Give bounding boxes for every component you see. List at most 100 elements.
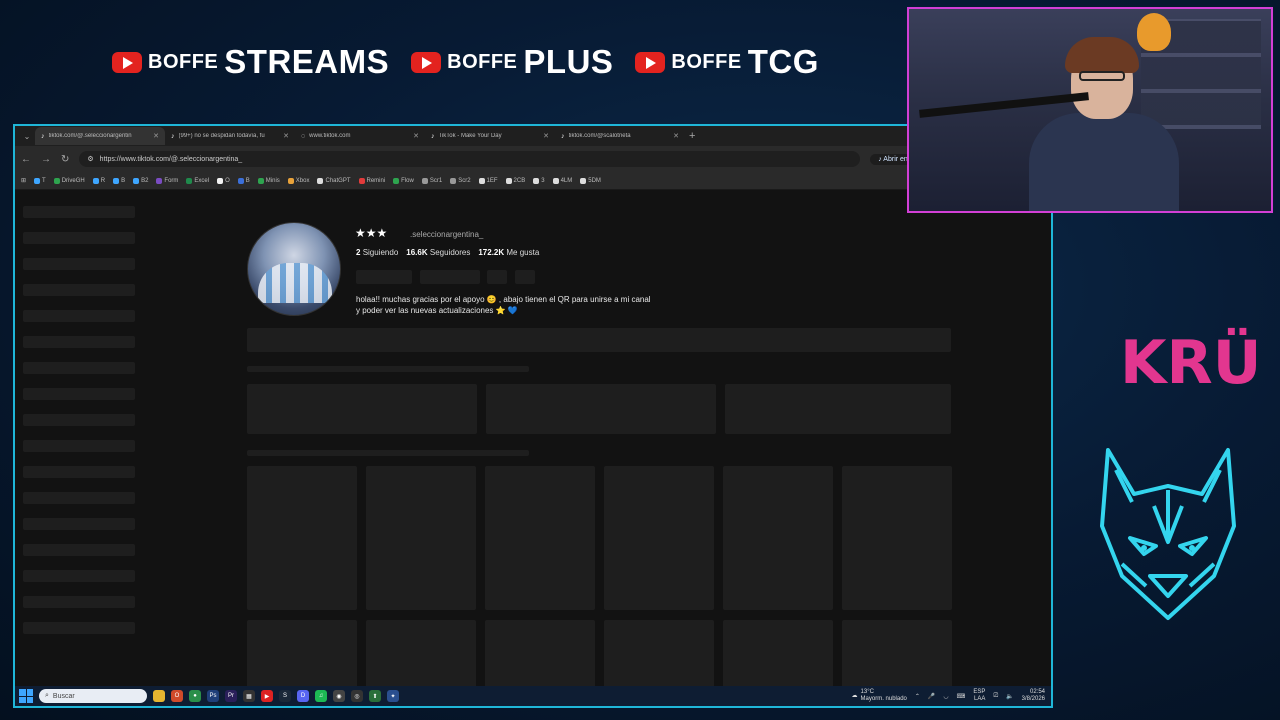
bookmark-label: ChatGPT <box>325 177 351 184</box>
bookmark-item[interactable]: Scr1 <box>421 177 442 184</box>
close-icon[interactable]: ✕ <box>543 132 549 140</box>
keyboard-icon[interactable]: ⌨ <box>957 693 966 700</box>
bookmark-label: DriveGH <box>61 177 85 184</box>
following-count: 2 <box>356 248 361 257</box>
reload-icon[interactable]: ↻ <box>61 154 69 165</box>
language-indicator[interactable]: ESP LAA <box>973 689 985 703</box>
youtube-icon[interactable]: ▶ <box>261 690 273 702</box>
chrome-icon[interactable]: ● <box>189 690 201 702</box>
section-title-skeleton <box>247 366 529 372</box>
app-icon[interactable]: ◉ <box>333 690 345 702</box>
bookmark-label: Excel <box>194 177 210 184</box>
forward-icon[interactable]: → <box>41 154 51 165</box>
app-icon[interactable]: ⬆ <box>369 690 381 702</box>
following-stat[interactable]: 2 Siguiendo <box>356 248 398 257</box>
bookmark-item[interactable]: 3 <box>533 177 545 184</box>
tab-tiktok-make-your-day[interactable]: ♪ TikTok - Make Your Day ✕ <box>425 127 555 145</box>
bookmark-item[interactable]: R <box>92 177 106 184</box>
bookmark-item[interactable]: Xbox <box>287 177 309 184</box>
sidebar-skeleton <box>23 232 135 244</box>
section-title-skeleton <box>247 450 529 456</box>
tab-tiktok-video[interactable]: ♪ (99+) no se despidan todavía, fu ✕ <box>165 127 295 145</box>
bookmark-label: Remini <box>366 177 386 184</box>
close-icon[interactable]: ✕ <box>283 132 289 140</box>
chevron-up-icon[interactable]: ⌃ <box>915 693 920 700</box>
network-icon[interactable]: ⎚ <box>993 693 998 700</box>
action-button-skeleton <box>487 270 507 284</box>
apps-grid-icon[interactable]: ⊞ <box>21 177 26 184</box>
bookmark-icon <box>580 177 587 184</box>
bookmark-item[interactable]: Remini <box>358 177 386 184</box>
bookmark-item[interactable]: Scr2 <box>450 177 471 184</box>
file-explorer-icon[interactable] <box>153 690 165 702</box>
profile-stats: 2 Siguiendo 16.6K Seguidores 172.2K Me g… <box>356 248 539 257</box>
windows-start-icon[interactable] <box>19 689 33 703</box>
followers-label: Seguidores <box>429 248 471 257</box>
bookmark-icon <box>317 177 324 184</box>
opera-icon[interactable]: O <box>171 690 183 702</box>
taskbar-search[interactable]: ⌕ Buscar <box>39 689 147 703</box>
steam-icon[interactable]: S <box>279 690 291 702</box>
bookmark-item[interactable]: B <box>113 177 125 184</box>
tab-tiktok-home[interactable]: ◌ www.tiktok.com ✕ <box>295 127 425 145</box>
wifi-icon[interactable]: ◡ <box>943 693 948 700</box>
tab-tiktok-seleccion[interactable]: ♪ tiktok.com/@.seleccionargentin ✕ <box>35 127 165 145</box>
bookmark-label: 4LM <box>560 177 573 184</box>
tab-search-icon[interactable]: ⌄ <box>19 132 35 141</box>
windows-taskbar: ⌕ Buscar O ● Ps Pr ▦ ▶ S D ♫ ◉ ◎ ⬆ ✦ ☁ 1… <box>15 686 1051 706</box>
close-icon[interactable]: ✕ <box>673 132 679 140</box>
address-bar[interactable]: ⚙ https://www.tiktok.com/@.seleccionarge… <box>79 151 861 167</box>
bookmark-item[interactable]: B2 <box>133 177 148 184</box>
profile-bio: holaa!! muchas gracias por el apoyo 😊 , … <box>356 294 716 316</box>
bookmark-icon <box>237 177 244 184</box>
app-icon[interactable]: ▦ <box>243 690 255 702</box>
close-icon[interactable]: ✕ <box>153 132 159 140</box>
photoshop-icon[interactable]: Ps <box>207 690 219 702</box>
microphone-icon[interactable]: 🎤 <box>928 693 935 700</box>
spotify-icon[interactable]: ♫ <box>315 690 327 702</box>
bookmark-item[interactable]: Minis <box>257 177 280 184</box>
back-icon[interactable]: ← <box>21 154 31 165</box>
cloud-icon: ☁ <box>851 692 858 699</box>
volume-icon[interactable]: 🔈 <box>1006 693 1013 700</box>
sidebar-skeleton <box>23 258 135 270</box>
premiere-icon[interactable]: Pr <box>225 690 237 702</box>
bookmark-item[interactable]: Form <box>156 177 178 184</box>
bookmark-item[interactable]: 4LM <box>552 177 573 184</box>
profile-avatar[interactable] <box>247 222 341 316</box>
app-icon[interactable]: ✦ <box>387 690 399 702</box>
bookmark-item[interactable]: T <box>34 177 46 184</box>
likes-stat: 172.2K Me gusta <box>478 248 539 257</box>
bookmark-item[interactable]: 2CB <box>505 177 525 184</box>
tiktok-icon: ♪ <box>41 132 45 140</box>
sidebar-skeleton <box>23 310 135 322</box>
loading-icon: ◌ <box>301 132 306 140</box>
fox-logo-icon <box>1100 448 1236 620</box>
bookmark-label: R <box>100 177 106 184</box>
streamer-glasses <box>1079 71 1125 81</box>
bookmark-item[interactable]: Excel <box>186 177 210 184</box>
stream-banner: BOFFE STREAMS BOFFE PLUS BOFFE TCG <box>112 40 852 84</box>
bookmark-item[interactable]: B <box>237 177 250 184</box>
clock[interactable]: 02:54 3/8/2026 <box>1022 689 1045 703</box>
followers-stat[interactable]: 16.6K Seguidores <box>406 248 470 257</box>
bookmark-item[interactable]: DriveGH <box>53 177 85 184</box>
microphone-arm <box>919 92 1089 118</box>
bookmark-item[interactable]: 5DM <box>580 177 601 184</box>
bookmark-item[interactable]: O <box>217 177 230 184</box>
new-tab-icon[interactable]: + <box>685 130 695 142</box>
tab-bar: ⌄ ♪ tiktok.com/@.seleccionargentin ✕ ♪ (… <box>15 126 1051 146</box>
discord-icon[interactable]: D <box>297 690 309 702</box>
sidebar-skeleton <box>23 570 135 582</box>
site-info-icon[interactable]: ⚙ <box>87 155 93 163</box>
tab-label: www.tiktok.com <box>309 133 351 139</box>
obs-icon[interactable]: ◎ <box>351 690 363 702</box>
close-icon[interactable]: ✕ <box>413 132 419 140</box>
bookmark-item[interactable]: 1EF <box>478 177 498 184</box>
playlist-skeleton <box>725 384 951 434</box>
tab-tiktok-scalotneta[interactable]: ♪ tiktok.com/@scalotneta ✕ <box>555 127 685 145</box>
bookmark-item[interactable]: Flow <box>393 177 414 184</box>
clock-date: 3/8/2026 <box>1021 696 1045 702</box>
weather-widget[interactable]: ☁ 13°C Mayorm. nublado <box>852 689 907 703</box>
bookmark-item[interactable]: ChatGPT <box>317 177 351 184</box>
